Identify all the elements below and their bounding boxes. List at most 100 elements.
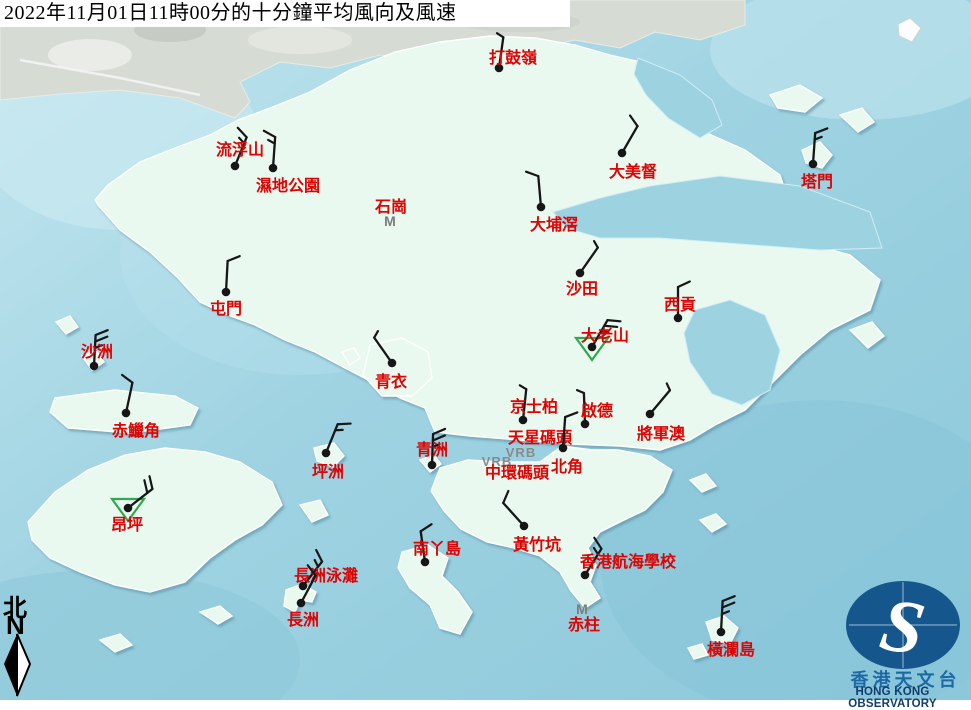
station-label: 屯門 xyxy=(210,299,242,318)
station-dot xyxy=(809,160,818,169)
station: M赤柱 xyxy=(568,601,600,634)
station-dot xyxy=(122,409,131,418)
wind-barb-feather xyxy=(723,596,735,601)
station: 沙洲 xyxy=(81,330,113,370)
station-label: 昂坪 xyxy=(111,516,143,534)
station: 黃竹坑 xyxy=(503,491,561,554)
wind-barb-feather xyxy=(594,538,601,549)
wind-barb-feather xyxy=(503,491,508,503)
station-label: 沙田 xyxy=(566,280,598,298)
station-label: 長洲 xyxy=(287,611,319,629)
wind-barb-staff xyxy=(126,383,132,413)
wind-barb-staff xyxy=(538,176,541,207)
station-label: 沙洲 xyxy=(81,343,113,361)
station: 長洲泳灘 xyxy=(294,550,358,590)
wind-barb-feather xyxy=(95,337,107,342)
station: 塔門 xyxy=(801,128,833,191)
station-label: 濕地公園 xyxy=(256,176,320,195)
station-dot xyxy=(674,314,683,323)
station-label: 坪洲 xyxy=(312,463,344,481)
station-label: 石崗 xyxy=(374,197,407,216)
station-dot xyxy=(322,449,331,458)
wind-barb-feather xyxy=(526,172,538,176)
wind-barb-staff xyxy=(374,338,392,363)
station-dot xyxy=(537,203,546,212)
station-dot xyxy=(581,571,590,580)
station-label: 大老山 xyxy=(581,326,629,345)
wind-barb-feather xyxy=(96,330,108,335)
station-label: 大美督 xyxy=(609,162,657,181)
station: 京士柏 xyxy=(510,385,558,424)
station-dot xyxy=(520,522,529,531)
station-dot xyxy=(618,149,627,158)
station-dot xyxy=(231,162,240,171)
wind-barb-half-feather xyxy=(520,385,526,389)
wind-barb-feather xyxy=(228,256,240,261)
station-label: 橫瀾島 xyxy=(707,640,755,659)
wind-barb-staff xyxy=(226,261,228,292)
wind-barb-staff xyxy=(503,503,524,526)
wind-barb-feather xyxy=(433,429,445,434)
station-label: 青衣 xyxy=(375,372,407,391)
station: 大老山 xyxy=(576,320,629,360)
station-label: 打鼓嶺 xyxy=(489,48,537,67)
wind-barb-staff xyxy=(580,248,598,273)
station: 橫瀾島 xyxy=(707,596,755,659)
wind-barb-feather xyxy=(316,550,322,562)
station: 坪洲 xyxy=(312,424,351,481)
wind-barb-feather xyxy=(815,128,827,133)
wind-barb-feather xyxy=(630,116,637,127)
wind-barb-half-feather xyxy=(374,331,378,337)
station-label: 北角 xyxy=(551,457,583,476)
station: 屯門 xyxy=(210,256,242,318)
hko-name-english: HONG KONG OBSERVATORY xyxy=(810,686,971,710)
wind-barb-feather xyxy=(678,282,690,287)
wind-map-page: 打鼓嶺流浮山濕地公園M石崗大美督塔門大埔滘沙田屯門西貢沙洲大老山青衣赤鱲角坪洲青… xyxy=(0,0,971,700)
station-dot xyxy=(559,444,568,453)
station-label: 香港航海學校 xyxy=(579,552,677,571)
station-dot xyxy=(428,461,437,470)
station-dot xyxy=(646,410,655,419)
wind-barb-feather xyxy=(264,131,275,137)
station-label: 將軍澳 xyxy=(637,424,686,443)
needle-dark-half xyxy=(4,634,17,696)
station-label: 大埔滘 xyxy=(530,215,578,234)
wind-barb-staff xyxy=(721,601,723,632)
station-label: 西貢 xyxy=(664,296,696,314)
wind-barb-half-feather xyxy=(577,390,584,393)
station: 啟德 xyxy=(577,390,613,428)
station: 流浮山 xyxy=(216,128,264,171)
wind-barb-staff xyxy=(622,126,638,153)
wind-barb-half-feather xyxy=(594,241,598,247)
station-dot xyxy=(124,504,133,513)
station-dot xyxy=(297,599,306,608)
station: 濕地公園 xyxy=(256,131,320,195)
station-label: 京士柏 xyxy=(510,397,558,416)
station-dot xyxy=(717,628,726,637)
wind-barb-half-feather xyxy=(497,33,503,37)
wind-barb-feather xyxy=(150,476,153,489)
wind-barb-feather xyxy=(565,412,577,417)
station: 將軍澳 xyxy=(637,383,686,443)
missing-data-marker: M xyxy=(576,601,588,617)
station-label: 青洲 xyxy=(416,440,448,459)
station: M石崗 xyxy=(374,197,407,229)
map-title: 2022年11月01日11時00分的十分鐘平均風向及風速 xyxy=(0,0,570,27)
station-label: 南丫島 xyxy=(413,539,461,558)
station-label: 塔門 xyxy=(801,172,833,191)
station-label: 流浮山 xyxy=(216,140,264,159)
stations-layer: 打鼓嶺流浮山濕地公園M石崗大美督塔門大埔滘沙田屯門西貢沙洲大老山青衣赤鱲角坪洲青… xyxy=(0,0,971,700)
station: 昂坪 xyxy=(111,476,152,534)
station-dot xyxy=(90,362,99,371)
station-dot xyxy=(388,359,397,368)
station-label: 啟德 xyxy=(581,401,613,420)
station: 青衣 xyxy=(374,331,407,391)
station-label: 赤鱲角 xyxy=(112,421,160,440)
station-dot xyxy=(269,164,278,173)
wind-barb-feather xyxy=(421,524,432,531)
station-label: 赤柱 xyxy=(568,615,600,634)
station: 香港航海學校 xyxy=(579,538,677,579)
wind-barb-feather xyxy=(338,424,351,425)
station: 大美督 xyxy=(609,116,657,181)
wind-barb-feather xyxy=(608,320,621,321)
